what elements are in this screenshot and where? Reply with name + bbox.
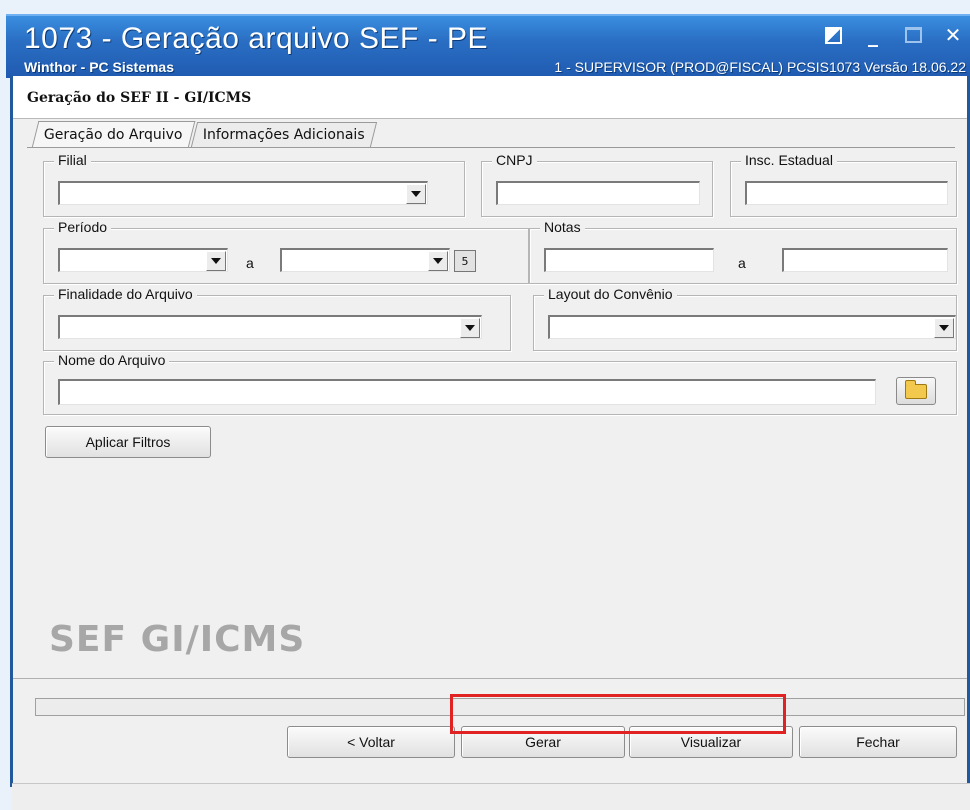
periodo-to-date[interactable]: [280, 248, 450, 272]
notas-to-field[interactable]: [782, 248, 948, 272]
periodo-from-date[interactable]: [58, 248, 228, 272]
app-window: 1073 - Geração arquivo SEF - PE Winthor …: [6, 14, 970, 810]
periodo-label: Período: [54, 219, 112, 235]
chevron-down-icon[interactable]: [460, 318, 480, 338]
folder-icon: [905, 379, 927, 399]
page-title: Geração do SEF II - GI/ICMS: [27, 90, 252, 106]
calendar-icon[interactable]: 5: [454, 250, 476, 272]
app-name: Winthor - PC Sistemas: [24, 59, 175, 75]
gerar-button[interactable]: Gerar: [461, 726, 625, 758]
browse-button[interactable]: [896, 377, 936, 405]
voltar-button[interactable]: < Voltar: [287, 726, 455, 758]
notas-label: Notas: [540, 219, 585, 235]
layout-convenio-select[interactable]: [548, 315, 956, 339]
tab-label: Geração do Arquivo: [43, 127, 183, 143]
tab-content: Filial CNPJ Insc. Estadual Período a 5 N…: [27, 147, 957, 688]
filial-select[interactable]: [58, 181, 428, 205]
status-bar: [12, 783, 970, 810]
periodo-group: Período a 5: [43, 219, 529, 284]
sef-watermark: SEF GI/ICMS: [49, 619, 306, 660]
cnpj-label: CNPJ: [492, 152, 537, 168]
session-info: 1 - SUPERVISOR (PROD@FISCAL) PCSIS1073 V…: [554, 59, 966, 75]
tab-geracao-arquivo[interactable]: Geração do Arquivo: [31, 121, 195, 148]
finalidade-group: Finalidade do Arquivo: [43, 286, 511, 351]
main-panel: Geração do SEF II - GI/ICMS Geração do A…: [10, 76, 970, 787]
cnpj-field[interactable]: [496, 181, 700, 205]
minimize-icon[interactable]: _: [862, 23, 884, 47]
tab-bar: Geração do Arquivo Informações Adicionai…: [31, 121, 377, 148]
notas-group: Notas a: [529, 219, 957, 284]
insc-estadual-group: Insc. Estadual: [730, 152, 957, 217]
restore-icon[interactable]: [822, 24, 844, 46]
nome-arquivo-label: Nome do Arquivo: [54, 352, 170, 368]
insc-estadual-field[interactable]: [745, 181, 948, 205]
layout-convenio-group: Layout do Convênio: [533, 286, 957, 351]
filial-label: Filial: [54, 152, 91, 168]
window-controls: _ ✕: [822, 23, 964, 47]
notas-from-field[interactable]: [544, 248, 714, 272]
close-icon[interactable]: ✕: [942, 23, 964, 47]
tab-informacoes-adicionais[interactable]: Informações Adicionais: [190, 122, 377, 147]
window-title: 1073 - Geração arquivo SEF - PE: [24, 22, 489, 55]
maximize-icon[interactable]: [902, 24, 924, 46]
insc-estadual-label: Insc. Estadual: [741, 152, 837, 168]
chevron-down-icon[interactable]: [206, 251, 226, 271]
chevron-down-icon[interactable]: [934, 318, 954, 338]
fechar-button[interactable]: Fechar: [799, 726, 957, 758]
cnpj-group: CNPJ: [481, 152, 713, 217]
nome-arquivo-field[interactable]: [58, 379, 876, 405]
visualizar-button[interactable]: Visualizar: [629, 726, 793, 758]
notas-separator: a: [738, 255, 746, 271]
title-bar[interactable]: 1073 - Geração arquivo SEF - PE Winthor …: [6, 14, 970, 78]
finalidade-select[interactable]: [58, 315, 482, 339]
divider: [13, 678, 967, 679]
tab-label: Informações Adicionais: [202, 127, 365, 143]
aplicar-filtros-button[interactable]: Aplicar Filtros: [45, 426, 211, 458]
chevron-down-icon[interactable]: [406, 184, 426, 204]
header-strip: Geração do SEF II - GI/ICMS: [13, 76, 967, 119]
progress-field: [35, 698, 965, 716]
finalidade-label: Finalidade do Arquivo: [54, 286, 197, 302]
layout-convenio-label: Layout do Convênio: [544, 286, 677, 302]
nome-arquivo-group: Nome do Arquivo: [43, 352, 957, 415]
periodo-separator: a: [246, 255, 254, 271]
chevron-down-icon[interactable]: [428, 251, 448, 271]
filial-group: Filial: [43, 152, 465, 217]
